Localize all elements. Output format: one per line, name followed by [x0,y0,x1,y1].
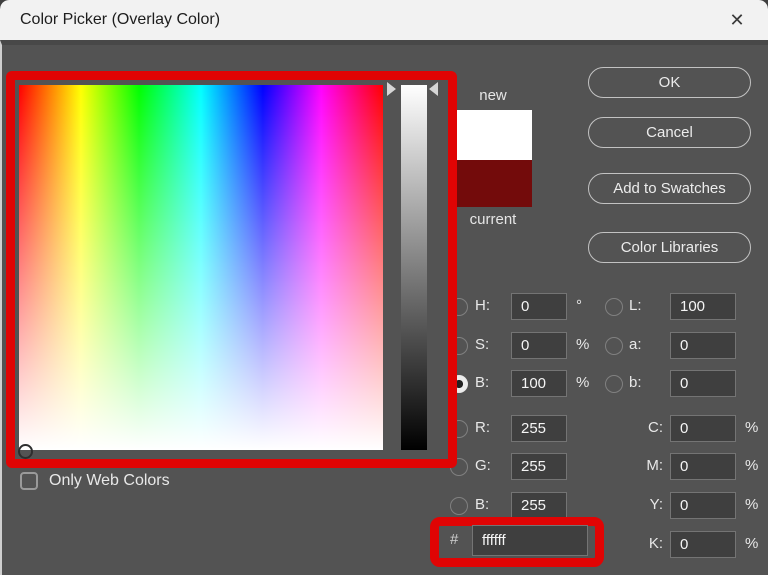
hex-input[interactable] [472,525,588,556]
color-field-marker[interactable] [18,444,33,459]
yellow-input[interactable] [670,492,736,519]
current-color-swatch[interactable] [454,160,532,207]
dialog-title: Color Picker (Overlay Color) [20,11,221,28]
yellow-label: Y: [649,496,663,513]
close-icon[interactable]: ✕ [720,0,754,40]
lab-a-label: a: [629,336,642,353]
slider-handle-right-arrow-icon[interactable] [387,82,396,96]
lab-b-radio[interactable] [605,375,623,393]
lab-l-row: L: [2,293,768,320]
lab-a-radio[interactable] [605,337,623,355]
black-row: K: % [2,531,768,558]
cyan-input[interactable] [670,415,736,442]
lab-b-label: b: [629,374,642,391]
only-web-colors-checkbox[interactable] [20,472,38,490]
lab-b-row: b: [2,370,768,397]
lab-a-input[interactable] [670,332,736,359]
cyan-unit: % [745,419,759,436]
new-swatch-label: new [479,87,507,104]
color-libraries-button[interactable]: Color Libraries [588,232,751,263]
add-to-swatches-button[interactable]: Add to Swatches [588,173,751,204]
magenta-unit: % [745,457,759,474]
lab-l-radio[interactable] [605,298,623,316]
ok-button[interactable]: OK [588,67,751,98]
current-swatch-label: current [469,211,517,228]
yellow-row: Y: % [2,492,768,519]
black-input[interactable] [670,531,736,558]
cyan-row: C: % [2,415,768,442]
lab-a-row: a: [2,332,768,359]
cyan-label: C: [648,419,663,436]
new-color-swatch [454,110,532,160]
yellow-unit: % [745,496,759,513]
title-bar: Color Picker (Overlay Color) ✕ [0,0,768,40]
only-web-colors-label: Only Web Colors [49,472,170,489]
magenta-input[interactable] [670,453,736,480]
cancel-button[interactable]: Cancel [588,117,751,148]
magenta-label: M: [646,457,663,474]
color-picker-dialog: Color Picker (Overlay Color) ✕ new curre… [0,0,768,575]
dialog-body: new current OK Cancel Add to Swatches Co… [0,40,768,575]
lab-l-label: L: [629,297,642,314]
black-label: K: [648,535,663,552]
black-unit: % [745,535,759,552]
lab-b-input[interactable] [670,370,736,397]
slider-handle-left-arrow-icon[interactable] [429,82,438,96]
lab-l-input[interactable] [670,293,736,320]
hex-prefix-label: # [450,531,459,548]
